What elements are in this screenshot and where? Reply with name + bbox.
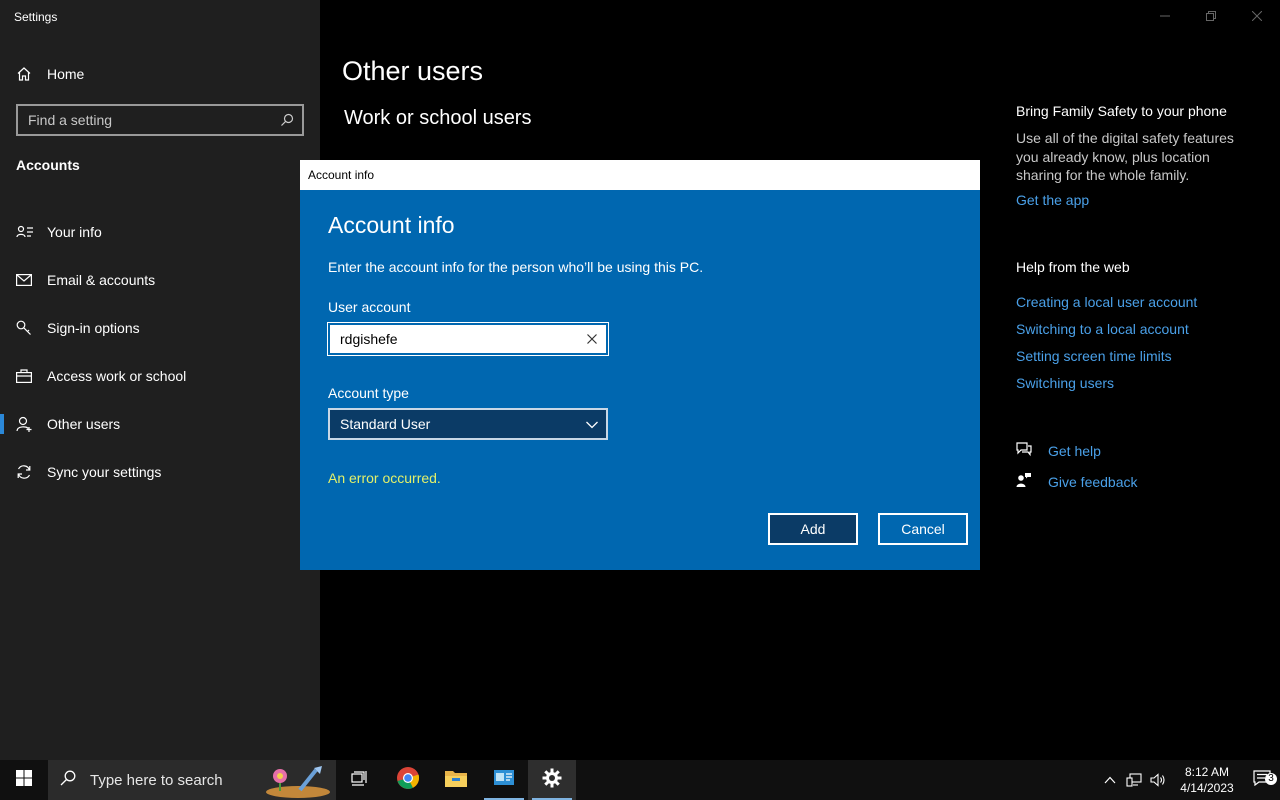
sidebar-home[interactable]: Home xyxy=(16,63,84,85)
key-icon xyxy=(16,320,36,336)
chat-help-icon xyxy=(1016,441,1032,460)
family-safety-heading: Bring Family Safety to your phone xyxy=(1016,103,1227,119)
help-link-switching-users[interactable]: Switching users xyxy=(1016,375,1114,391)
mail-icon xyxy=(16,274,36,286)
app-title: Settings xyxy=(14,10,58,24)
get-help-label: Get help xyxy=(1048,442,1101,459)
close-button[interactable] xyxy=(1242,6,1272,26)
home-label: Home xyxy=(47,66,85,82)
search-icon xyxy=(60,770,76,791)
search-highlight-art-icon xyxy=(260,764,330,800)
gear-icon xyxy=(542,768,562,793)
sidebar-item-label: Sync your settings xyxy=(47,464,162,480)
windows-logo-icon xyxy=(16,769,32,791)
settings-search-input[interactable] xyxy=(28,112,272,128)
show-hidden-icons-chevron-up-icon[interactable] xyxy=(1098,776,1122,784)
clock-time: 8:12 AM xyxy=(1184,765,1230,779)
user-account-label: User account xyxy=(328,299,411,315)
sidebar-item-label: Other users xyxy=(47,416,121,432)
task-view-button[interactable] xyxy=(336,760,384,800)
account-type-value: Standard User xyxy=(340,416,431,432)
settings-window: Settings Home Accounts Your info xyxy=(0,0,1280,800)
sidebar-item-email-accounts[interactable]: Email & accounts xyxy=(0,256,320,304)
help-link-creating-local-account[interactable]: Creating a local user account xyxy=(1016,294,1197,310)
restore-button[interactable] xyxy=(1196,6,1226,26)
sidebar-item-label: Sign-in options xyxy=(47,320,140,336)
feedback-icon xyxy=(1016,472,1032,491)
person-add-icon xyxy=(16,416,36,432)
settings-taskbar-button[interactable] xyxy=(528,760,576,800)
folder-icon xyxy=(444,768,468,793)
get-help-link[interactable]: Get help xyxy=(1016,441,1101,460)
system-tray: 8:12 AM 4/14/2023 3 xyxy=(1098,760,1280,800)
dialog-titlebar: Account info xyxy=(300,160,980,190)
page-subtitle: Work or school users xyxy=(344,107,532,129)
dialog-description: Enter the account info for the person wh… xyxy=(328,259,704,275)
notification-count-badge: 3 xyxy=(1265,772,1277,785)
give-feedback-link[interactable]: Give feedback xyxy=(1016,472,1138,491)
briefcase-icon xyxy=(16,369,36,383)
add-button[interactable]: Add xyxy=(768,513,858,545)
family-safety-text: Use all of the digital safety features y… xyxy=(1016,130,1234,183)
start-button[interactable] xyxy=(0,760,48,800)
clock-date: 4/14/2023 xyxy=(1180,781,1234,795)
taskbar: Type here to search 8:12 AM 4/14/2023 3 xyxy=(0,760,1280,800)
action-center-button[interactable]: 3 xyxy=(1244,769,1280,791)
home-icon xyxy=(16,66,36,82)
settings-search[interactable] xyxy=(16,104,304,136)
chevron-down-icon xyxy=(586,416,598,432)
user-account-input[interactable] xyxy=(340,331,578,347)
taskbar-search[interactable]: Type here to search xyxy=(48,760,336,800)
sidebar-item-your-info[interactable]: Your info xyxy=(0,208,320,256)
get-app-link[interactable]: Get the app xyxy=(1016,192,1089,208)
sidebar-item-sync-settings[interactable]: Sync your settings xyxy=(0,448,320,496)
sidebar-item-label: Email & accounts xyxy=(47,272,156,288)
account-type-label: Account type xyxy=(328,385,409,401)
help-heading: Help from the web xyxy=(1016,259,1130,275)
control-panel-button[interactable] xyxy=(480,760,528,800)
network-icon[interactable] xyxy=(1122,773,1146,787)
sidebar-item-label: Your info xyxy=(47,224,102,240)
cancel-button[interactable]: Cancel xyxy=(878,513,968,545)
account-type-dropdown[interactable]: Standard User xyxy=(328,408,608,440)
sidebar-item-other-users[interactable]: Other users xyxy=(0,400,320,448)
sync-icon xyxy=(16,464,36,480)
give-feedback-label: Give feedback xyxy=(1048,473,1138,490)
chrome-taskbar-button[interactable] xyxy=(384,760,432,800)
error-message: An error occurred. xyxy=(328,470,441,486)
user-account-field[interactable] xyxy=(327,322,609,356)
clear-text-icon[interactable] xyxy=(578,334,606,344)
clock[interactable]: 8:12 AM 4/14/2023 xyxy=(1170,764,1244,796)
taskbar-search-placeholder: Type here to search xyxy=(90,771,223,789)
dialog-heading: Account info xyxy=(328,212,455,238)
file-explorer-button[interactable] xyxy=(432,760,480,800)
sidebar-nav: Your info Email & accounts Sign-in optio… xyxy=(0,208,320,496)
minimize-button[interactable] xyxy=(1150,6,1180,26)
account-info-dialog: Account info Account info Enter the acco… xyxy=(300,160,980,570)
page-title: Other users xyxy=(342,56,484,86)
control-panel-icon xyxy=(493,768,515,793)
section-label-accounts: Accounts xyxy=(16,157,80,173)
sidebar-item-sign-in-options[interactable]: Sign-in options xyxy=(0,304,320,352)
help-link-screen-time[interactable]: Setting screen time limits xyxy=(1016,348,1172,364)
search-icon[interactable] xyxy=(272,113,302,127)
chrome-icon xyxy=(396,766,420,795)
task-view-icon xyxy=(351,770,369,791)
sidebar-item-label: Access work or school xyxy=(47,368,187,384)
sidebar: Settings Home Accounts Your info xyxy=(0,0,320,760)
volume-icon[interactable] xyxy=(1146,773,1170,787)
person-card-icon xyxy=(16,225,36,239)
help-link-switching-local-account[interactable]: Switching to a local account xyxy=(1016,321,1189,337)
sidebar-item-access-work[interactable]: Access work or school xyxy=(0,352,320,400)
